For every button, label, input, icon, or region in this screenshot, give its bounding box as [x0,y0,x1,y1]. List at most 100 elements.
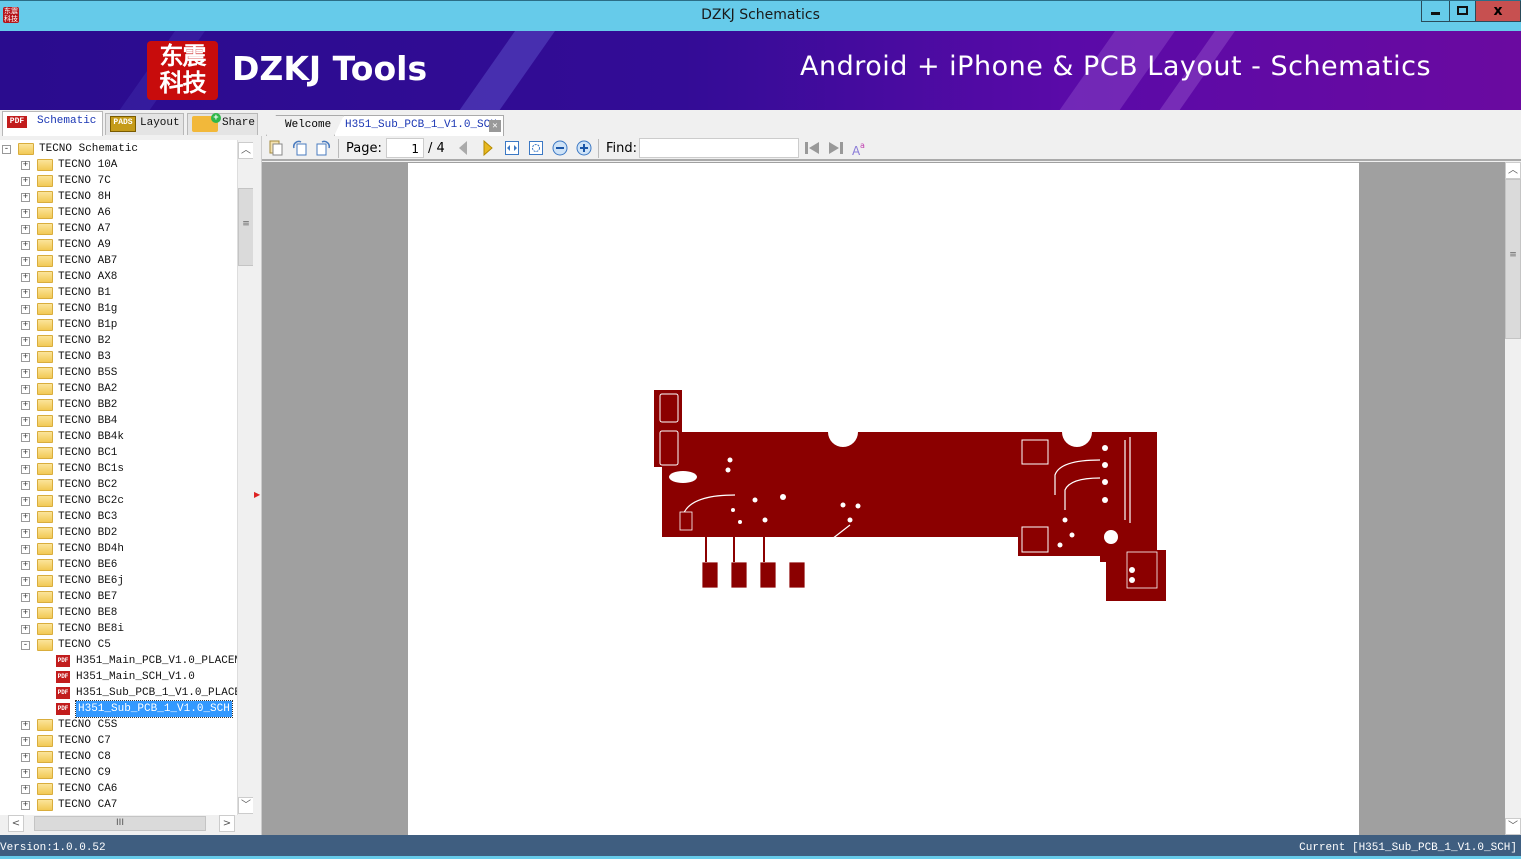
scroll-right-button[interactable]: > [219,815,235,832]
expand-icon[interactable]: + [21,241,30,250]
viewer-vertical-scrollbar[interactable]: ︿ ≡ ﹀ [1505,162,1521,835]
zoom-in-icon[interactable] [576,140,592,156]
expand-icon[interactable]: + [21,737,30,746]
fit-page-icon[interactable] [528,140,544,156]
find-prev-icon[interactable] [804,140,820,156]
rotate-left-icon[interactable] [292,140,308,156]
expand-icon[interactable]: + [21,369,30,378]
tree-folder[interactable]: + TECNO BD2 [0,525,237,541]
tree-folder[interactable]: + TECNO B3 [0,349,237,365]
tree-folder[interactable]: + TECNO BB4 [0,413,237,429]
collapse-icon[interactable]: - [2,145,11,154]
tab-schematic[interactable]: PDF Schematic [2,111,103,136]
scroll-thumb[interactable]: III [34,816,206,831]
tree-folder[interactable]: + TECNO A6 [0,205,237,221]
expand-icon[interactable]: + [21,721,30,730]
zoom-out-icon[interactable] [552,140,568,156]
prev-page-icon[interactable] [455,140,471,156]
tree-folder[interactable]: + TECNO C8 [0,749,237,765]
tree-folder[interactable]: + TECNO BE7 [0,589,237,605]
tree-file[interactable]: PDF H351_Sub_PCB_1_V1.0_SCH [0,700,237,718]
expand-icon[interactable]: + [21,769,30,778]
tree-folder[interactable]: + TECNO 10A [0,157,237,173]
expand-icon[interactable]: + [21,785,30,794]
expand-icon[interactable]: + [21,465,30,474]
tree-root[interactable]: - TECNO Schematic [0,141,237,157]
tree-folder[interactable]: + TECNO A7 [0,221,237,237]
expand-icon[interactable]: + [21,561,30,570]
tree-folder[interactable]: + TECNO BC1 [0,445,237,461]
tab-h351-sub-pcb[interactable]: H351_Sub_PCB_1_V1.0_SCH ✕ [334,115,504,136]
collapse-icon[interactable]: - [21,641,30,650]
expand-icon[interactable]: + [21,481,30,490]
expand-icon[interactable]: + [21,577,30,586]
expand-icon[interactable]: + [21,193,30,202]
tab-welcome[interactable]: Welcome [266,115,344,136]
page-number-input[interactable]: 1 [386,138,424,158]
expand-icon[interactable]: + [21,545,30,554]
scroll-left-button[interactable]: < [8,815,24,832]
scroll-up-button[interactable]: ︿ [238,142,254,159]
expand-icon[interactable]: + [21,417,30,426]
fit-width-icon[interactable] [504,140,520,156]
tree-folder[interactable]: + TECNO 7C [0,173,237,189]
panel-splitter[interactable]: ▶ [253,136,262,835]
tab-share[interactable]: + Share [187,113,258,135]
tree-folder[interactable]: + TECNO BE8 [0,605,237,621]
minimize-button[interactable] [1421,1,1450,22]
scroll-thumb[interactable]: ≡ [1505,179,1521,339]
find-input[interactable] [639,138,799,158]
tree-folder[interactable]: + TECNO B1g [0,301,237,317]
expand-icon[interactable]: + [21,801,30,810]
expand-icon[interactable]: + [21,401,30,410]
close-tab-icon[interactable]: ✕ [489,120,501,132]
tree-folder[interactable]: + TECNO C9 [0,765,237,781]
tree-folder[interactable]: + TECNO BB2 [0,397,237,413]
tree-folder[interactable]: - TECNO C5 [0,637,237,653]
expand-icon[interactable]: + [21,625,30,634]
scroll-down-button[interactable]: ﹀ [238,797,254,814]
expand-icon[interactable]: + [21,337,30,346]
expand-icon[interactable]: + [21,161,30,170]
tree-folder[interactable]: + TECNO AX8 [0,269,237,285]
tree-folder[interactable]: + TECNO A9 [0,237,237,253]
tree-folder[interactable]: + TECNO CA6 [0,781,237,797]
match-case-icon[interactable]: Aa [852,140,868,156]
tree-folder[interactable]: + TECNO C7 [0,733,237,749]
tree-folder[interactable]: + TECNO BD4h [0,541,237,557]
maximize-button[interactable] [1449,1,1476,22]
expand-icon[interactable]: + [21,257,30,266]
tree-folder[interactable]: + TECNO BA2 [0,381,237,397]
expand-icon[interactable]: + [21,273,30,282]
find-next-icon[interactable] [828,140,844,156]
close-button[interactable]: x [1475,1,1521,22]
scroll-down-button[interactable]: ﹀ [1505,818,1521,835]
tree-file[interactable]: PDF H351_Sub_PCB_1_V1.0_PLACEMENT [0,685,237,701]
tab-layout[interactable]: PADS Layout [105,113,184,135]
expand-icon[interactable]: + [21,753,30,762]
expand-icon[interactable]: + [21,177,30,186]
tree-folder[interactable]: + TECNO C5S [0,717,237,733]
tree-folder[interactable]: + TECNO B5S [0,365,237,381]
expand-icon[interactable]: + [21,305,30,314]
tree-folder[interactable]: + TECNO CA7 [0,797,237,813]
expand-icon[interactable]: + [21,449,30,458]
expand-icon[interactable]: + [21,353,30,362]
document-viewer[interactable] [262,162,1505,835]
tree-folder[interactable]: + TECNO BC3 [0,509,237,525]
tree-vertical-scrollbar[interactable]: ︿ ≡ ﹀ [237,140,254,815]
tree-folder[interactable]: + TECNO BC2 [0,477,237,493]
tree-folder[interactable]: + TECNO B2 [0,333,237,349]
scroll-thumb[interactable]: ≡ [238,188,254,266]
tree-folder[interactable]: + TECNO B1p [0,317,237,333]
expand-icon[interactable]: + [21,593,30,602]
rotate-right-icon[interactable] [315,140,331,156]
tree-folder[interactable]: + TECNO B1 [0,285,237,301]
expand-icon[interactable]: + [21,433,30,442]
expand-icon[interactable]: + [21,609,30,618]
expand-icon[interactable]: + [21,529,30,538]
expand-icon[interactable]: + [21,209,30,218]
expand-icon[interactable]: + [21,513,30,522]
tree-file[interactable]: PDF H351_Main_SCH_V1.0 [0,669,237,685]
tree-folder[interactable]: + TECNO BE6j [0,573,237,589]
